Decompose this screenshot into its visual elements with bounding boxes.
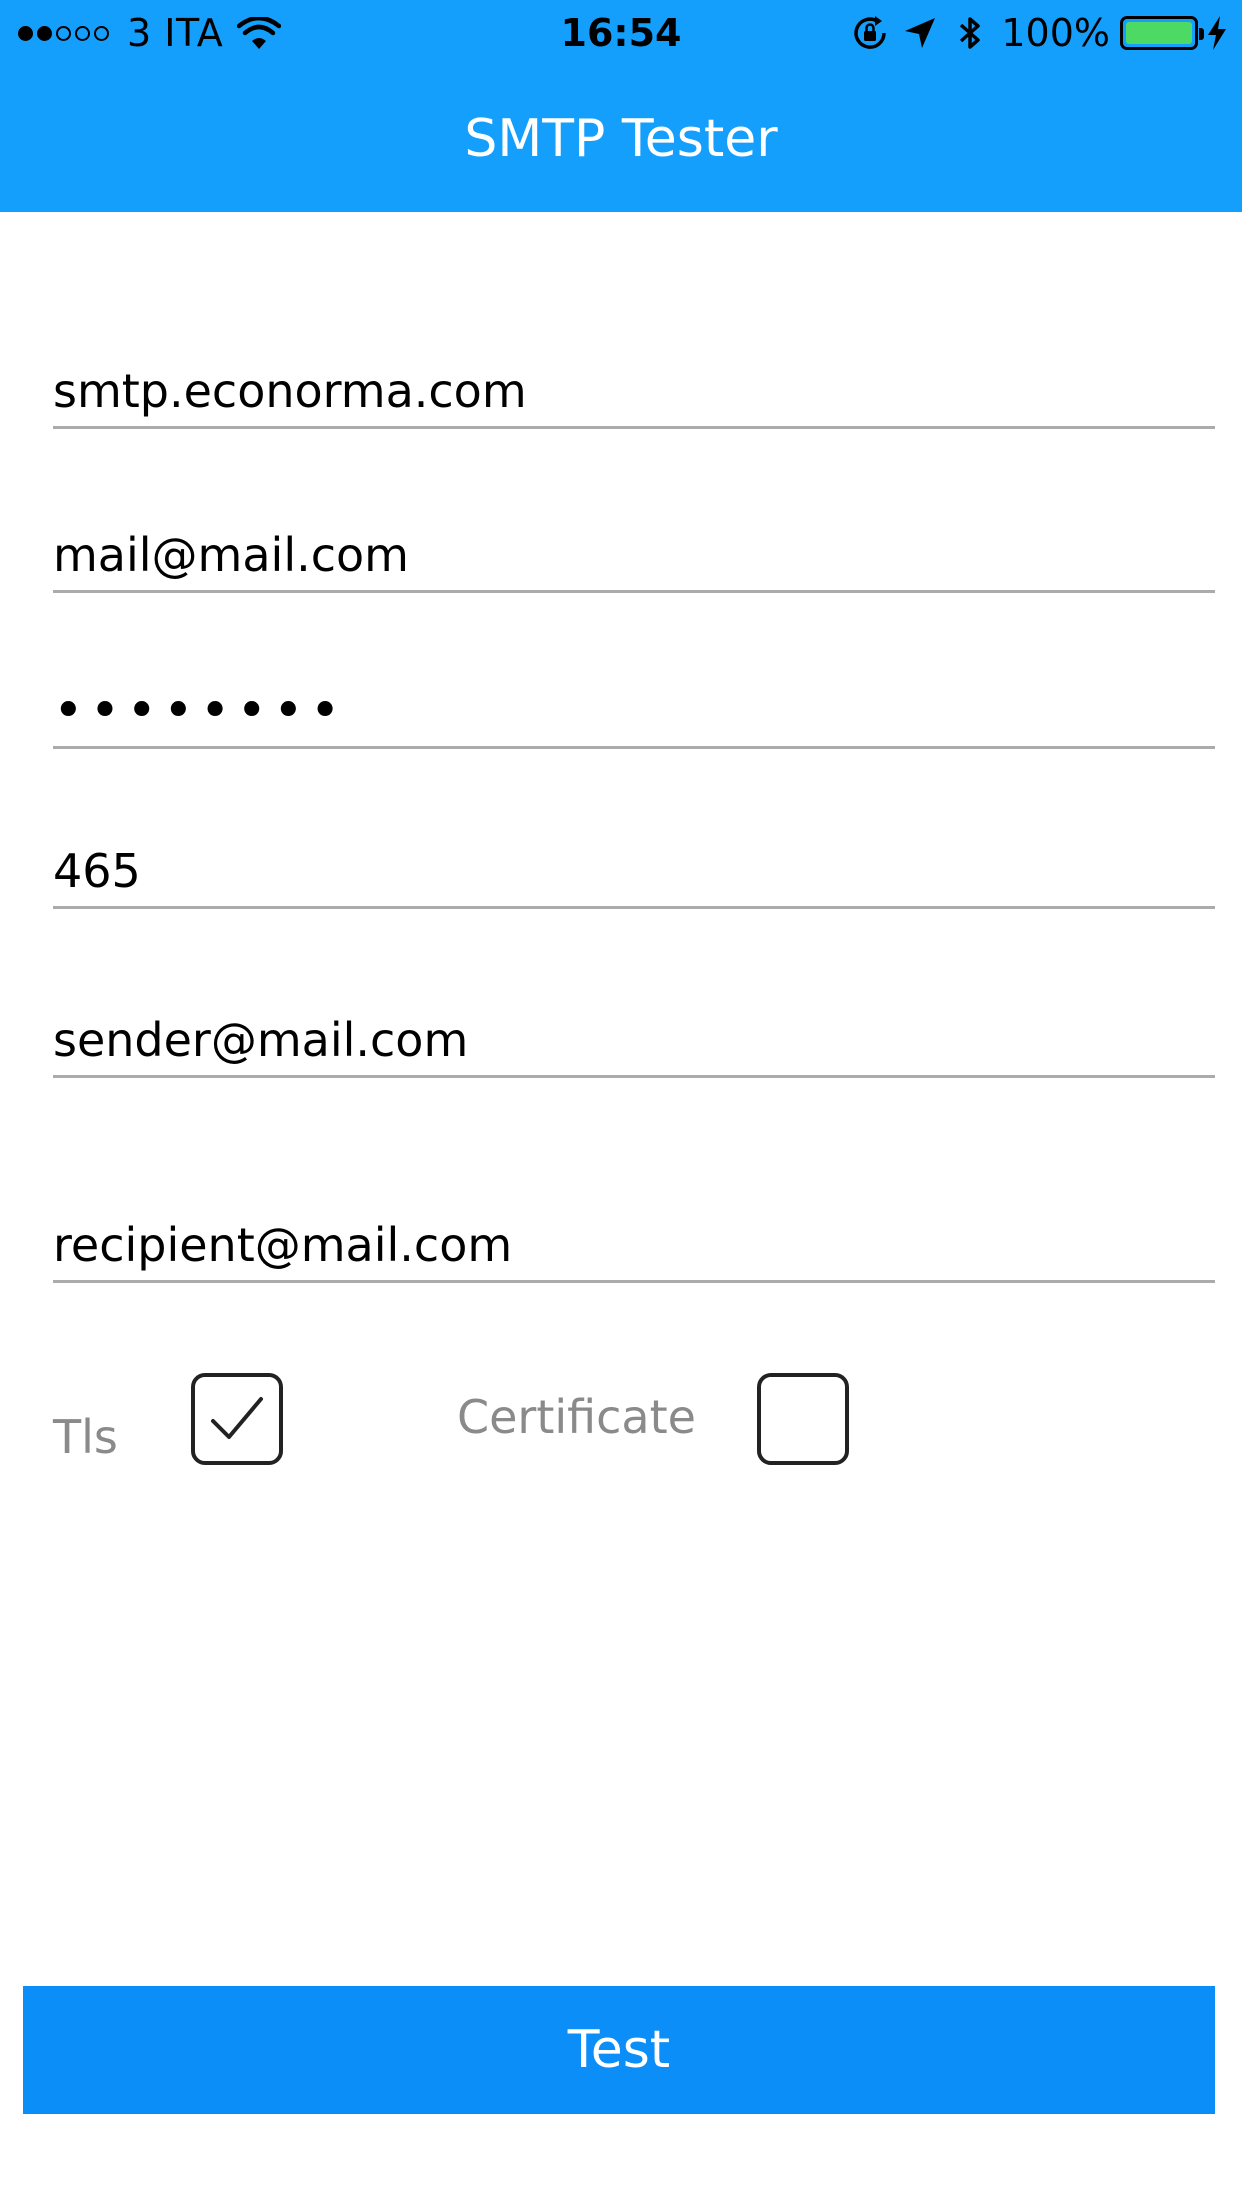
bluetooth-icon bbox=[951, 14, 989, 52]
header: 3 ITA 16:54 100% SMTP Tester bbox=[0, 0, 1242, 212]
location-arrow-icon bbox=[901, 14, 939, 52]
smtp-tester-screen: 3 ITA 16:54 100% SMTP Tester smtp.econor… bbox=[0, 0, 1242, 2208]
sender-input[interactable] bbox=[53, 1005, 1215, 1075]
battery-percent: 100% bbox=[1001, 11, 1110, 55]
certificate-checkbox[interactable] bbox=[757, 1373, 849, 1465]
password-input[interactable] bbox=[53, 676, 1215, 746]
username-field bbox=[53, 520, 1215, 593]
port-field bbox=[53, 836, 1215, 909]
battery-fill bbox=[1126, 22, 1192, 44]
checkmark-icon bbox=[211, 1397, 263, 1439]
test-button[interactable]: Test bbox=[23, 1986, 1215, 2114]
host-input[interactable] bbox=[53, 356, 1215, 426]
certificate-label: Certificate bbox=[457, 1390, 696, 1444]
password-field bbox=[53, 676, 1215, 749]
rotation-lock-icon bbox=[851, 14, 889, 52]
tls-checkbox[interactable] bbox=[191, 1373, 283, 1465]
page-title: SMTP Tester bbox=[464, 109, 778, 169]
sender-field bbox=[53, 1005, 1215, 1078]
host-field bbox=[53, 356, 1215, 429]
port-input[interactable] bbox=[53, 836, 1215, 906]
username-input[interactable] bbox=[53, 520, 1215, 590]
status-bar-right: 100% bbox=[839, 8, 1228, 58]
recipient-field bbox=[53, 1210, 1215, 1283]
battery-icon bbox=[1120, 16, 1204, 50]
tls-label: Tls bbox=[53, 1410, 118, 1464]
charging-bolt-icon bbox=[1206, 15, 1228, 51]
recipient-input[interactable] bbox=[53, 1210, 1215, 1280]
